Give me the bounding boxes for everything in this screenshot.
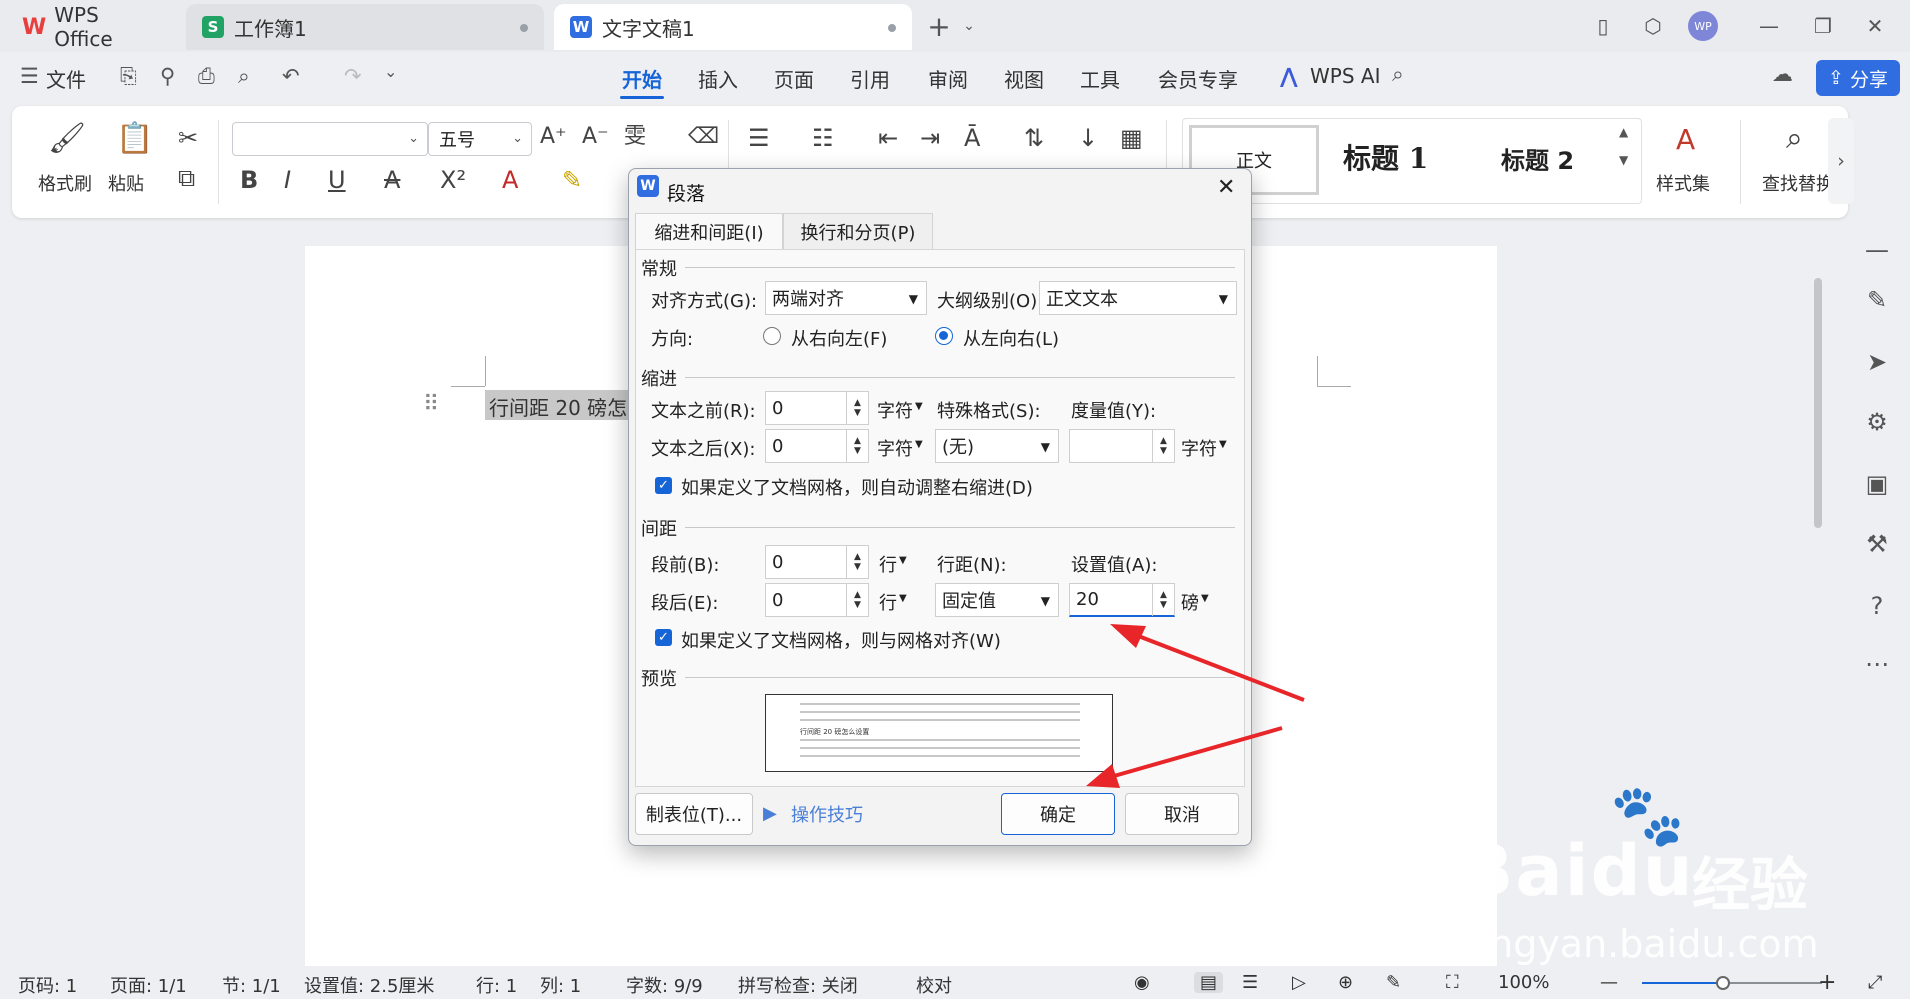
- annotation-arrowhead: [1110, 624, 1146, 648]
- annotation-arrow-line: [1127, 630, 1305, 702]
- annotation-arrows: [1086, 624, 1305, 788]
- annotation-arrowhead: [1086, 764, 1120, 788]
- annotation-arrow-line: [1099, 726, 1283, 782]
